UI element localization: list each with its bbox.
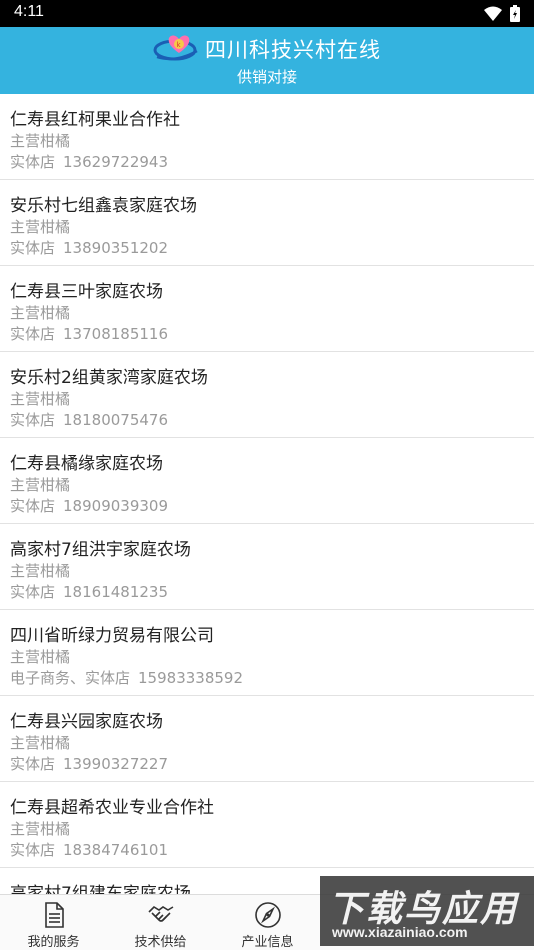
list-item[interactable]: 仁寿县橘缘家庭农场 主营柑橘 实体店 18909039309	[0, 438, 534, 524]
item-channel: 实体店	[10, 841, 56, 859]
item-main-product: 主营柑橘	[10, 132, 71, 150]
item-phone: 15983338592	[138, 669, 243, 687]
item-phone: 18909039309	[63, 497, 168, 515]
item-phone: 13629722943	[63, 153, 168, 171]
item-phone: 18384746101	[63, 841, 168, 859]
item-contact: 实体店 18180075476	[10, 409, 168, 430]
item-main-product: 主营柑橘	[10, 562, 71, 580]
app-header: k 四川科技兴村在线 供销对接	[0, 27, 534, 94]
item-name: 安乐村2组黄家湾家庭农场	[10, 368, 208, 388]
status-bar: 4:11	[0, 0, 534, 27]
app-logo: k	[153, 35, 198, 61]
item-contact: 实体店 18909039309	[10, 495, 168, 516]
item-name: 仁寿县红柯果业合作社	[10, 110, 180, 130]
item-channel: 电子商务、实体店	[10, 669, 131, 687]
nav-item-tech-supply[interactable]: 技术供给	[107, 895, 214, 950]
nav-label: 技术供给	[134, 935, 187, 950]
item-main-product: 主营柑橘	[10, 648, 71, 666]
list-item[interactable]: 高家村7组洪宇家庭农场 主营柑橘 实体店 18161481235	[0, 524, 534, 610]
page-subtitle: 供销对接	[236, 68, 297, 86]
item-phone: 13990327227	[63, 755, 168, 773]
list-item[interactable]: 四川省昕绿力贸易有限公司 主营柑橘 电子商务、实体店 15983338592	[0, 610, 534, 696]
item-main-product: 主营柑橘	[10, 476, 71, 494]
item-contact: 实体店 13890351202	[10, 237, 168, 258]
nav-label: 我的服务	[27, 935, 80, 950]
item-contact: 电子商务、实体店 15983338592	[10, 667, 243, 688]
item-name: 安乐村七组鑫袁家庭农场	[10, 196, 197, 216]
item-channel: 实体店	[10, 583, 56, 601]
watermark-url: www.xiazainiao.com	[332, 924, 468, 940]
item-name: 仁寿县兴园家庭农场	[10, 712, 163, 732]
item-main-product: 主营柑橘	[10, 218, 71, 236]
item-name: 仁寿县橘缘家庭农场	[10, 454, 163, 474]
item-phone: 13890351202	[63, 239, 168, 257]
list-item[interactable]: 仁寿县兴园家庭农场 主营柑橘 实体店 13990327227	[0, 696, 534, 782]
item-main-product: 主营柑橘	[10, 304, 71, 322]
document-icon	[44, 902, 64, 928]
item-contact: 实体店 13990327227	[10, 753, 168, 774]
list-item[interactable]: 仁寿县三叶家庭农场 主营柑橘 实体店 13708185116	[0, 266, 534, 352]
status-icons	[484, 5, 520, 22]
item-name: 高家村7组建东家庭农场	[10, 884, 191, 894]
compass-icon	[254, 902, 281, 928]
app-title: 四川科技兴村在线	[205, 38, 381, 62]
item-name: 仁寿县超希农业专业合作社	[10, 798, 214, 818]
list-item[interactable]: 安乐村七组鑫袁家庭农场 主营柑橘 实体店 13890351202	[0, 180, 534, 266]
item-phone: 18180075476	[63, 411, 168, 429]
nav-item-industry-info[interactable]: 产业信息	[214, 895, 321, 950]
item-name: 高家村7组洪宇家庭农场	[10, 540, 191, 560]
watermark: 下载鸟应用 www.xiazainiao.com	[320, 876, 534, 946]
item-phone: 18161481235	[63, 583, 168, 601]
nav-label: 产业信息	[241, 935, 294, 950]
battery-icon	[510, 5, 520, 22]
supplier-list: 仁寿县红柯果业合作社 主营柑橘 实体店 13629722943 安乐村七组鑫袁家庭…	[0, 94, 534, 894]
item-name: 四川省昕绿力贸易有限公司	[10, 626, 214, 646]
list-item[interactable]: 安乐村2组黄家湾家庭农场 主营柑橘 实体店 18180075476	[0, 352, 534, 438]
item-channel: 实体店	[10, 239, 56, 257]
list-item[interactable]: 仁寿县红柯果业合作社 主营柑橘 实体店 13629722943	[0, 94, 534, 180]
wifi-icon	[484, 6, 502, 21]
item-contact: 实体店 18384746101	[10, 839, 168, 860]
item-main-product: 主营柑橘	[10, 820, 71, 838]
item-main-product: 主营柑橘	[10, 734, 71, 752]
handshake-icon	[147, 905, 173, 922]
item-name: 仁寿县三叶家庭农场	[10, 282, 163, 302]
item-main-product: 主营柑橘	[10, 390, 71, 408]
item-channel: 实体店	[10, 755, 56, 773]
status-time: 4:11	[14, 3, 44, 20]
item-channel: 实体店	[10, 411, 56, 429]
item-contact: 实体店 13629722943	[10, 151, 168, 172]
item-phone: 13708185116	[63, 325, 168, 343]
nav-item-my-services[interactable]: 我的服务	[0, 895, 107, 950]
list-item[interactable]: 仁寿县超希农业专业合作社 主营柑橘 实体店 18384746101	[0, 782, 534, 868]
item-channel: 实体店	[10, 497, 56, 515]
item-contact: 实体店 18161481235	[10, 581, 168, 602]
item-channel: 实体店	[10, 325, 56, 343]
item-contact: 实体店 13708185116	[10, 323, 168, 344]
item-channel: 实体店	[10, 153, 56, 171]
